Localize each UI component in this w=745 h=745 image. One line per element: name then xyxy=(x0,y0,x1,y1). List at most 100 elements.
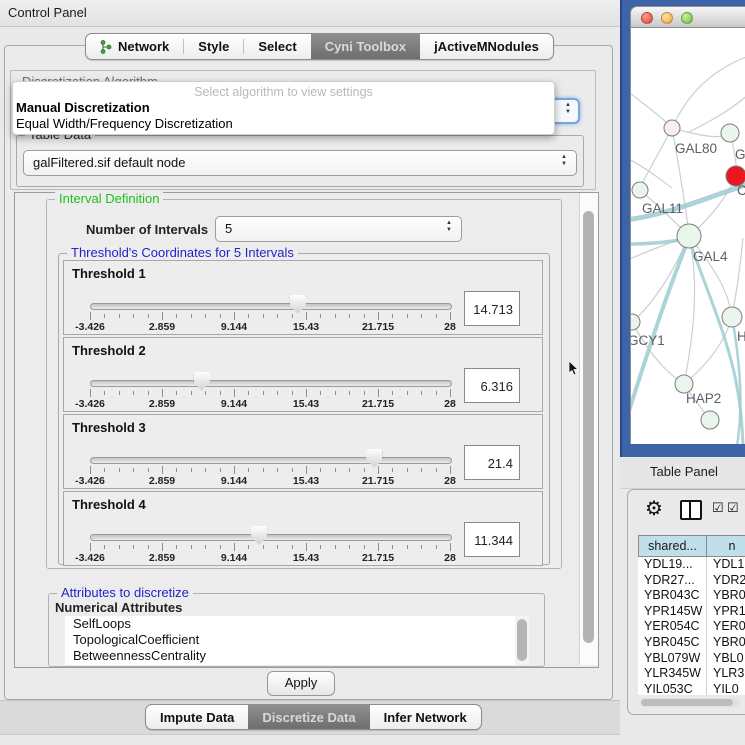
attribute-list-item[interactable]: TopologicalCoefficient xyxy=(65,632,529,648)
network-edge[interactable] xyxy=(732,238,743,317)
tab-style[interactable]: Style xyxy=(184,34,243,59)
tick-label: -3.426 xyxy=(75,398,105,410)
tick-mark xyxy=(191,468,192,472)
tab-impute-data[interactable]: Impute Data xyxy=(146,705,248,729)
numerical-attributes-list[interactable]: SelfLoopsTopologicalCoefficientBetweenne… xyxy=(65,616,529,665)
attribute-list-item[interactable]: SelfLoops xyxy=(65,616,529,632)
tab-cyni-toolbox[interactable]: Cyni Toolbox xyxy=(311,34,420,59)
slider-track[interactable] xyxy=(90,534,452,541)
table-cell[interactable]: YDR2 xyxy=(707,573,745,589)
table-cell[interactable]: YDR27... xyxy=(638,573,707,589)
table-cell[interactable]: YBR043C xyxy=(638,588,707,604)
threshold-label: Threshold 2 xyxy=(72,343,146,358)
table-cell[interactable]: YPR1 xyxy=(707,604,745,620)
network-node[interactable] xyxy=(721,124,739,142)
table-cell[interactable]: YIL053C xyxy=(638,682,707,695)
settings-scrollbar[interactable] xyxy=(579,193,598,665)
close-traffic-light-icon[interactable] xyxy=(641,12,653,24)
network-canvas[interactable]: GAL80GACGAL11GAL4GCY1HHAP2 xyxy=(630,28,745,444)
popup-placeholder-option[interactable]: Select algorithm to view settings xyxy=(13,85,554,99)
table-row[interactable]: YPR145WYPR1 xyxy=(638,604,745,620)
table-cell[interactable]: YDL19... xyxy=(638,557,707,573)
network-edge[interactable] xyxy=(672,56,745,128)
table-row[interactable]: YBR043CYBR0 xyxy=(638,588,745,604)
network-node[interactable] xyxy=(664,120,680,136)
table-cell[interactable]: YBL079W xyxy=(638,651,707,667)
tab-jactivemnodules[interactable]: jActiveMNodules xyxy=(420,34,553,59)
threshold-slider[interactable]: -3.4262.8599.14415.4321.71528 xyxy=(90,366,450,410)
minimize-traffic-light-icon[interactable] xyxy=(661,12,673,24)
network-node[interactable] xyxy=(632,182,648,198)
table-cell[interactable]: YER054C xyxy=(638,619,707,635)
table-cell[interactable]: YBR0 xyxy=(707,635,745,651)
table-row[interactable]: YDL19...YDL1 xyxy=(638,557,745,573)
tick-mark xyxy=(162,466,163,474)
apply-button[interactable]: Apply xyxy=(267,671,335,696)
column-header[interactable]: shared... xyxy=(638,535,707,557)
scrollbar-thumb[interactable] xyxy=(641,699,733,706)
table-cell[interactable]: YIL0 xyxy=(707,682,745,695)
tick-mark xyxy=(407,468,408,472)
network-edge[interactable] xyxy=(632,236,689,322)
threshold-slider[interactable]: -3.4262.8599.14415.4321.71528 xyxy=(90,443,450,487)
table-row[interactable]: YBL079WYBL0 xyxy=(638,651,745,667)
table-row[interactable]: YLR345WYLR3 xyxy=(638,666,745,682)
table-cell[interactable]: YLR3 xyxy=(707,666,745,682)
threshold-value-field[interactable]: 11.344 xyxy=(464,522,520,557)
number-of-intervals-combobox[interactable]: 5 ▲▼ xyxy=(215,216,462,242)
network-edge[interactable] xyxy=(684,317,732,384)
threshold-slider[interactable]: -3.4262.8599.14415.4321.71528 xyxy=(90,520,450,564)
threshold-value-field[interactable]: 6.316 xyxy=(464,368,520,403)
gear-icon[interactable]: ⚙ xyxy=(645,496,663,521)
threshold-slider[interactable]: -3.4262.8599.14415.4321.71528 xyxy=(90,289,450,333)
table-row[interactable]: YDR27...YDR2 xyxy=(638,573,745,589)
popup-option-manual[interactable]: Manual Discretization xyxy=(16,100,150,115)
network-window-titlebar[interactable] xyxy=(630,6,745,28)
table-cell[interactable]: YER0 xyxy=(707,619,745,635)
network-node[interactable] xyxy=(701,411,719,429)
network-edge[interactable] xyxy=(640,128,672,190)
tick-label: 15.43 xyxy=(293,321,319,333)
checkbox-icon[interactable]: ☑ xyxy=(727,500,739,516)
table-row[interactable]: YIL053CYIL0 xyxy=(638,682,745,695)
checkbox-icon[interactable]: ☑ xyxy=(712,500,724,516)
attribute-list-item[interactable]: BetweennessCentrality xyxy=(65,648,529,664)
threshold-value-field[interactable]: 21.4 xyxy=(464,445,520,480)
tab-infer-network[interactable]: Infer Network xyxy=(370,705,481,729)
tab-select[interactable]: Select xyxy=(244,34,310,59)
tick-label: 28 xyxy=(444,475,456,487)
slider-track[interactable] xyxy=(90,380,452,387)
tick-mark xyxy=(191,391,192,395)
scrollbar-thumb[interactable] xyxy=(583,211,594,643)
column-header[interactable]: n xyxy=(706,535,745,557)
attributes-scrollbar[interactable] xyxy=(515,616,529,665)
tab-network[interactable]: Network xyxy=(86,34,183,59)
network-node[interactable] xyxy=(722,307,742,327)
table-cell[interactable]: YBL0 xyxy=(707,651,745,667)
table-cell[interactable]: YDL1 xyxy=(707,557,745,573)
slider-track[interactable] xyxy=(90,457,452,464)
tick-mark xyxy=(176,391,177,395)
scrollbar-thumb[interactable] xyxy=(517,619,527,661)
threshold-value-field[interactable]: 14.713 xyxy=(464,291,520,326)
table-horizontal-scrollbar[interactable] xyxy=(640,698,740,707)
table-cell[interactable]: YLR345W xyxy=(638,666,707,682)
slider-track[interactable] xyxy=(90,303,452,310)
network-node[interactable] xyxy=(677,224,701,248)
node-label: GCY1 xyxy=(631,333,665,348)
tick-label: 15.43 xyxy=(293,552,319,564)
table-data-combobox[interactable]: galFiltered.sif default node ▲▼ xyxy=(23,150,577,176)
table-cell[interactable]: YBR045C xyxy=(638,635,707,651)
table-row[interactable]: YER054CYER0 xyxy=(638,619,745,635)
stepper-arrows-icon: ▲▼ xyxy=(563,102,573,120)
split-columns-icon[interactable] xyxy=(680,500,702,520)
table-row[interactable]: YBR045CYBR0 xyxy=(638,635,745,651)
popup-option-equal-width[interactable]: Equal Width/Frequency Discretization xyxy=(16,116,233,131)
table-data-group: Table Data galFiltered.sif default node … xyxy=(16,135,584,187)
zoom-traffic-light-icon[interactable] xyxy=(681,12,693,24)
tab-discretize-data[interactable]: Discretize Data xyxy=(248,705,369,729)
table-cell[interactable]: YBR0 xyxy=(707,588,745,604)
tick-mark xyxy=(292,391,293,395)
node-attribute-table[interactable]: shared...n YDL19...YDL1YDR27...YDR2YBR04… xyxy=(638,535,745,695)
table-cell[interactable]: YPR145W xyxy=(638,604,707,620)
